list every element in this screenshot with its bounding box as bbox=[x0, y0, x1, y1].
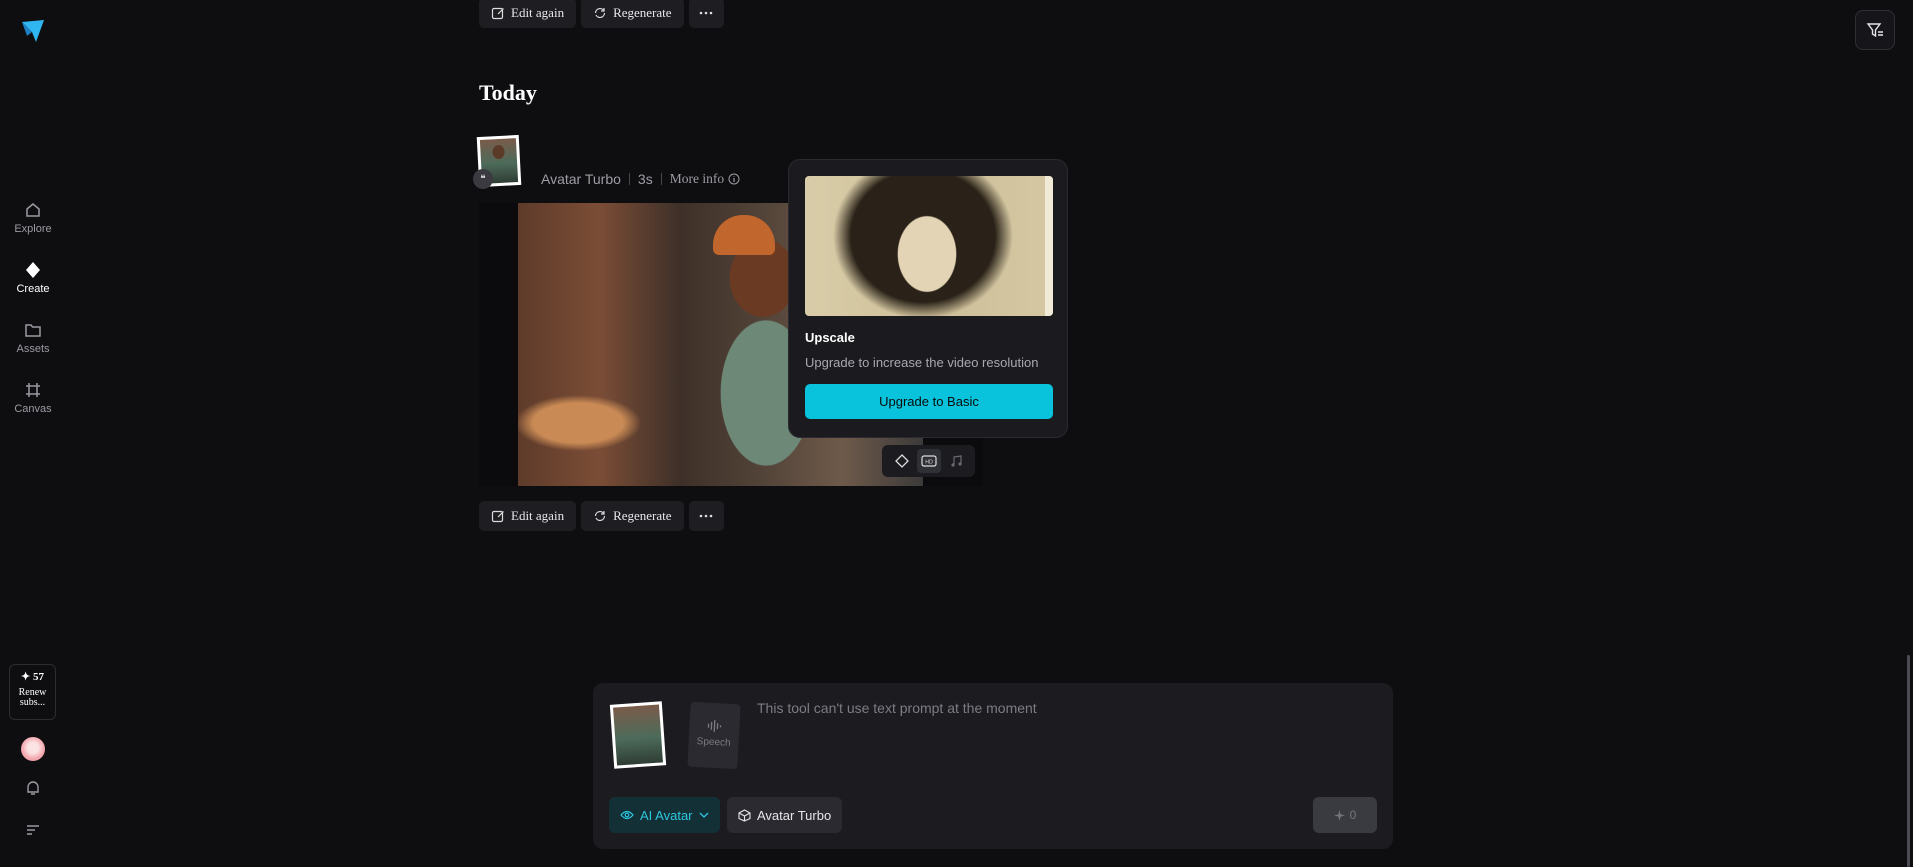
nav-create[interactable]: Create bbox=[0, 261, 66, 295]
sidebar: Explore Create Assets Canvas ✦ 57 Renew … bbox=[0, 0, 66, 867]
speech-label: Speech bbox=[696, 736, 731, 749]
generate-button[interactable]: 0 bbox=[1313, 797, 1377, 833]
regenerate-button[interactable]: Regenerate bbox=[581, 0, 684, 28]
scrollbar[interactable] bbox=[1907, 655, 1910, 867]
music-icon[interactable] bbox=[944, 449, 968, 473]
edit-icon bbox=[491, 510, 504, 523]
edit-again-button[interactable]: Edit again bbox=[479, 0, 577, 28]
chevron-down-icon bbox=[699, 812, 708, 818]
waveform-icon bbox=[707, 719, 722, 733]
nav-explore[interactable]: Explore bbox=[0, 201, 66, 235]
edit-again-label: Edit again bbox=[511, 508, 565, 523]
canvas-icon bbox=[26, 383, 40, 397]
diamond-tool-icon[interactable] bbox=[890, 449, 914, 473]
mode-selector[interactable]: AI Avatar bbox=[609, 797, 720, 833]
renew-label-2: subs... bbox=[19, 697, 46, 708]
duration: 3s bbox=[637, 171, 653, 187]
credits-count: ✦ 57 bbox=[21, 671, 44, 683]
regenerate-label: Regenerate bbox=[613, 508, 672, 523]
quote-icon: ❝ bbox=[473, 169, 493, 189]
filter-icon bbox=[1866, 23, 1883, 38]
filter-button[interactable] bbox=[1855, 10, 1895, 50]
credits-badge[interactable]: ✦ 57 Renew subs... bbox=[9, 664, 56, 720]
nav-canvas-label: Canvas bbox=[14, 403, 52, 415]
upscale-preview-image bbox=[805, 176, 1053, 316]
nav-assets[interactable]: Assets bbox=[0, 321, 66, 355]
bell-icon[interactable] bbox=[24, 779, 42, 802]
generation-action-row: Edit again Regenerate bbox=[479, 501, 724, 531]
home-icon bbox=[26, 203, 40, 217]
video-toolbar: HD bbox=[882, 445, 975, 477]
model-selector[interactable]: Avatar Turbo bbox=[727, 797, 843, 833]
more-options-button[interactable] bbox=[688, 501, 724, 531]
svg-text:HD: HD bbox=[925, 460, 933, 466]
folder-icon bbox=[25, 324, 41, 337]
regenerate-button[interactable]: Regenerate bbox=[581, 501, 684, 531]
model-name: Avatar Turbo bbox=[541, 171, 621, 187]
prompt-input[interactable]: This tool can't use text prompt at the m… bbox=[757, 700, 1037, 716]
cube-icon bbox=[738, 808, 751, 822]
popover-title: Upscale bbox=[805, 330, 855, 345]
info-icon[interactable] bbox=[728, 173, 740, 185]
speech-slot[interactable]: Speech bbox=[687, 701, 741, 770]
more-options-button[interactable] bbox=[688, 0, 724, 28]
model-label: Avatar Turbo bbox=[757, 807, 832, 823]
sparkle-icon bbox=[1333, 809, 1345, 821]
credit-cost: 0 bbox=[1349, 808, 1357, 822]
menu-icon[interactable] bbox=[24, 821, 42, 844]
upgrade-button[interactable]: Upgrade to Basic bbox=[805, 384, 1053, 419]
regenerate-label: Regenerate bbox=[613, 5, 672, 20]
upscale-popover: Upscale Upgrade to increase the video re… bbox=[788, 159, 1068, 438]
ellipsis-icon bbox=[699, 514, 713, 518]
avatar[interactable] bbox=[21, 737, 45, 761]
logo-icon[interactable] bbox=[20, 18, 46, 44]
popover-description: Upgrade to increase the video resolution bbox=[805, 355, 1039, 370]
diamond-icon bbox=[26, 262, 40, 278]
refresh-icon bbox=[594, 510, 606, 522]
refresh-icon bbox=[594, 7, 606, 19]
prompt-composer: Speech This tool can't use text prompt a… bbox=[593, 683, 1393, 849]
section-title: Today bbox=[479, 80, 537, 105]
eye-icon bbox=[620, 810, 634, 820]
more-info-link[interactable]: More info bbox=[670, 171, 724, 187]
edit-again-button[interactable]: Edit again bbox=[479, 501, 577, 531]
ellipsis-icon bbox=[699, 11, 713, 15]
nav-canvas[interactable]: Canvas bbox=[0, 381, 66, 415]
prev-action-row: Edit again Regenerate bbox=[479, 0, 724, 28]
avatar-image-slot[interactable] bbox=[609, 701, 667, 769]
nav-explore-label: Explore bbox=[14, 223, 52, 235]
mode-label: AI Avatar bbox=[640, 807, 693, 823]
generation-meta: Avatar Turbo 3s More info bbox=[541, 171, 740, 187]
edit-icon bbox=[491, 7, 504, 20]
nav-assets-label: Assets bbox=[16, 343, 50, 355]
edit-again-label: Edit again bbox=[511, 5, 565, 20]
hd-upscale-icon[interactable]: HD bbox=[916, 449, 941, 473]
nav-create-label: Create bbox=[16, 283, 50, 295]
